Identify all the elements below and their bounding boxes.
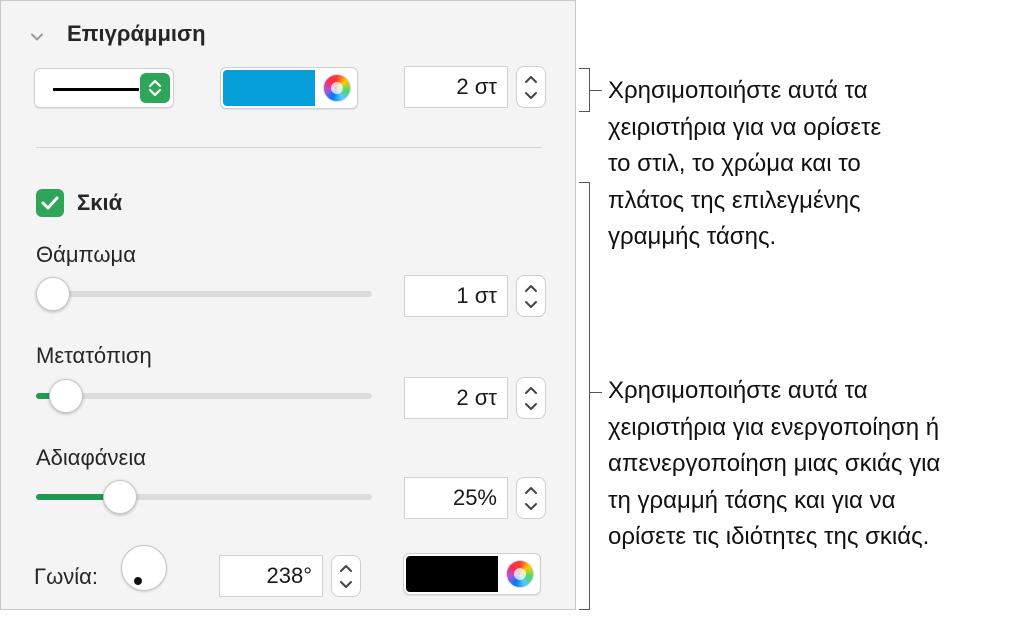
opacity-field[interactable]: 25%	[404, 477, 508, 519]
offset-label: Μετατόπιση	[36, 343, 152, 368]
angle-label: Γωνία:	[34, 564, 99, 589]
chevron-down-icon[interactable]	[339, 580, 353, 590]
chevron-down-icon[interactable]	[31, 31, 43, 43]
chevron-down-icon[interactable]	[524, 502, 538, 512]
callout-line: χειριστήρια για ενεργοποίηση ή	[608, 413, 940, 441]
blur-label: Θάμπωμα	[36, 242, 136, 267]
opacity-slider[interactable]	[36, 480, 372, 514]
callout-line: απενεργοποίηση μιας σκιάς για	[608, 450, 941, 477]
callout-line: πλάτος της επιλεγμένης	[608, 186, 861, 214]
format-sidebar-panel: Επιγράμμιση 2 στ Σκιά Θάμπωμα 1 στ Μετατ…	[0, 0, 576, 610]
callout-line: τη γραμμή τάσης και για να	[608, 486, 896, 514]
opacity-slider-knob[interactable]	[103, 480, 137, 514]
callout-line: ορίσετε τις ιδιότητες της σκιάς.	[608, 523, 930, 550]
line-style-popup[interactable]	[34, 68, 174, 108]
angle-dial[interactable]	[121, 545, 167, 591]
line-style-preview	[53, 88, 139, 91]
up-down-chevron-icon	[148, 79, 162, 97]
offset-stepper[interactable]	[516, 377, 546, 419]
shadow-checkbox[interactable]	[36, 189, 64, 217]
chevron-up-icon[interactable]	[524, 485, 538, 495]
callout-line: γραμμής τάσης.	[608, 223, 777, 250]
chevron-down-icon[interactable]	[524, 91, 538, 101]
angle-field[interactable]: 238°	[219, 555, 323, 597]
callout-text-stroke: Χρησιμοποιήστε αυτά τα χειριστήρια για ν…	[608, 73, 881, 256]
blur-slider[interactable]	[36, 277, 372, 311]
chevron-up-icon[interactable]	[524, 74, 538, 84]
chevron-down-icon[interactable]	[524, 402, 538, 412]
shadow-color-well[interactable]	[403, 553, 541, 595]
stroke-width-field[interactable]: 2 στ	[404, 66, 508, 108]
offset-slider-knob[interactable]	[49, 379, 83, 413]
callout-line: Χρησιμοποιήστε αυτά τα	[608, 377, 868, 404]
callout-text-shadow: Χρησιμοποιήστε αυτά τα χειριστήρια για ε…	[608, 373, 940, 556]
shadow-section-title[interactable]: Σκιά	[77, 190, 122, 216]
chevron-up-icon[interactable]	[524, 385, 538, 395]
line-style-stepper-button[interactable]	[140, 73, 170, 103]
blur-stepper[interactable]	[516, 275, 546, 317]
color-wheel-icon[interactable]	[506, 560, 534, 588]
offset-slider[interactable]	[36, 379, 372, 413]
chevron-up-icon[interactable]	[524, 283, 538, 293]
section-divider	[36, 147, 542, 148]
angle-stepper[interactable]	[331, 555, 361, 597]
chevron-down-icon[interactable]	[524, 300, 538, 310]
offset-field[interactable]: 2 στ	[404, 377, 508, 419]
angle-indicator-dot	[133, 576, 142, 585]
stroke-color-well[interactable]	[220, 67, 358, 109]
stroke-width-stepper[interactable]	[516, 66, 546, 108]
checkmark-icon	[41, 196, 59, 210]
color-wheel-icon[interactable]	[323, 74, 351, 102]
blur-field[interactable]: 1 στ	[404, 275, 508, 317]
shadow-color-swatch[interactable]	[406, 556, 498, 592]
stroke-color-swatch[interactable]	[223, 70, 315, 106]
blur-slider-knob[interactable]	[36, 277, 70, 311]
callout-line: χειριστήρια για να ορίσετε	[608, 113, 882, 141]
callout-line: Χρησιμοποιήστε αυτά τα	[608, 77, 868, 104]
stroke-section-title[interactable]: Επιγράμμιση	[67, 21, 206, 47]
opacity-stepper[interactable]	[516, 477, 546, 519]
chevron-up-icon[interactable]	[339, 563, 353, 573]
opacity-label: Αδιαφάνεια	[36, 445, 146, 470]
callout-line: το στιλ, το χρώμα και το	[608, 150, 861, 177]
